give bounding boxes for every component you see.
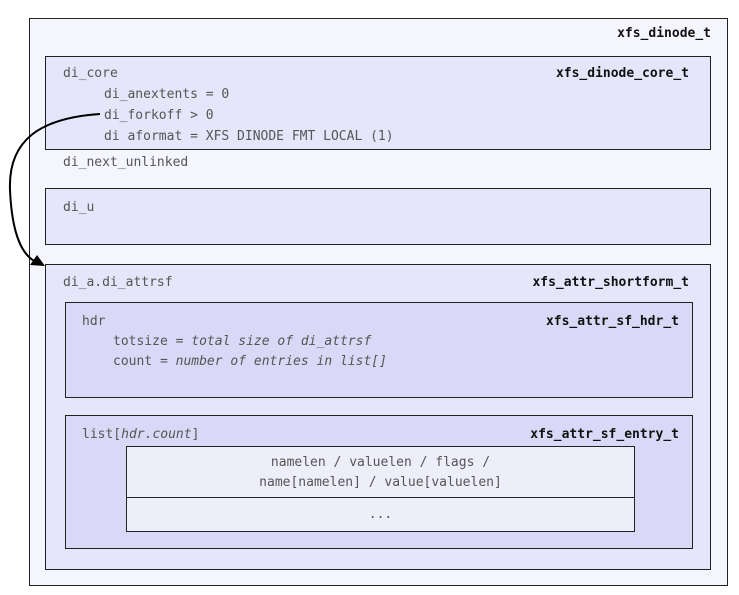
forkoff-arrow — [8, 113, 101, 266]
